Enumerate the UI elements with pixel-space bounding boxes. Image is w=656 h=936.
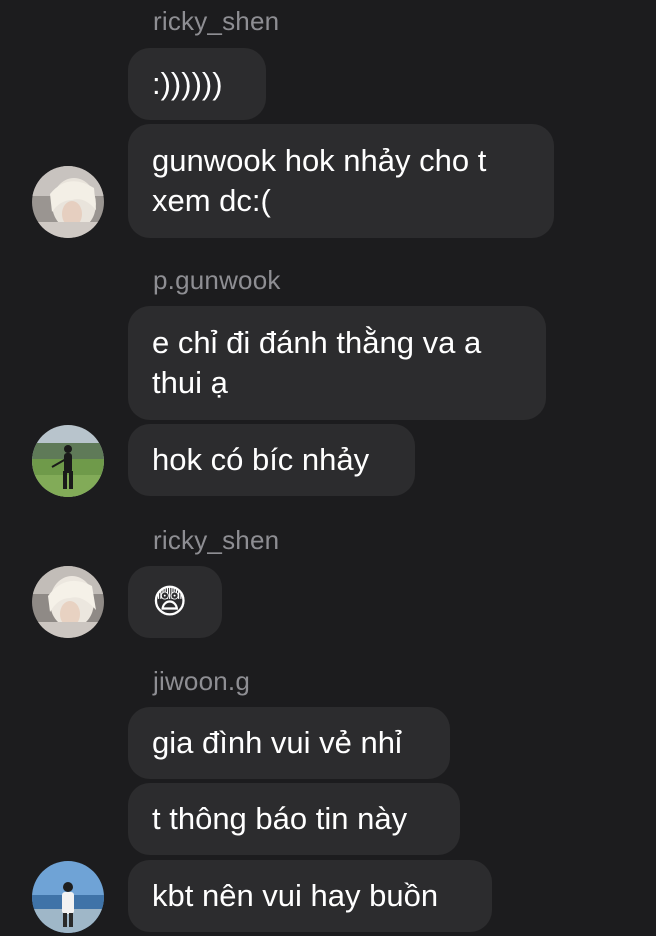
message-text: gia đình vui vẻ nhỉ — [152, 725, 402, 760]
avatar[interactable] — [32, 166, 104, 238]
message-bubble[interactable]: kbt nên vui hay buồn — [128, 860, 492, 932]
avatar-golf-field-icon — [32, 425, 104, 497]
message-bubble[interactable]: t thông báo tin này — [128, 783, 460, 855]
sender-name[interactable]: ricky_shen — [153, 525, 279, 556]
message-text: hok có bíc nhảy — [152, 442, 370, 477]
message-bubble[interactable]: e chỉ đi đánh thằng va a thui ạ — [128, 306, 546, 420]
sender-name[interactable]: p.gunwook — [153, 265, 281, 296]
chat-thread: ricky_shen :)))))) gunwook hok nhảy cho … — [0, 0, 656, 936]
sender-name[interactable]: ricky_shen — [153, 6, 279, 37]
avatar[interactable] — [32, 861, 104, 933]
message-text: t thông báo tin này — [152, 801, 408, 836]
avatar[interactable] — [32, 425, 104, 497]
message-bubble[interactable]: gia đình vui vẻ nhỉ — [128, 707, 450, 779]
avatar-blond-hair-icon — [32, 166, 104, 238]
message-bubble[interactable]: :)))))) — [128, 48, 266, 120]
message-bubble[interactable]: hok có bíc nhảy — [128, 424, 415, 496]
avatar[interactable] — [32, 566, 104, 638]
message-text: kbt nên vui hay buồn — [152, 878, 439, 913]
avatar-blond-hair-icon — [32, 566, 104, 638]
sender-name[interactable]: jiwoon.g — [153, 666, 250, 697]
message-bubble[interactable]: gunwook hok nhảy cho t xem dc:( — [128, 124, 554, 238]
message-text: :)))))) — [152, 66, 223, 101]
message-text: gunwook hok nhảy cho t xem dc:( — [152, 143, 487, 218]
emoji-fearful-face-icon: 😨 — [152, 583, 188, 621]
message-bubble[interactable]: 😨 — [128, 566, 222, 638]
avatar-sea-sky-icon — [32, 861, 104, 933]
message-text: e chỉ đi đánh thằng va a thui ạ — [152, 325, 482, 400]
